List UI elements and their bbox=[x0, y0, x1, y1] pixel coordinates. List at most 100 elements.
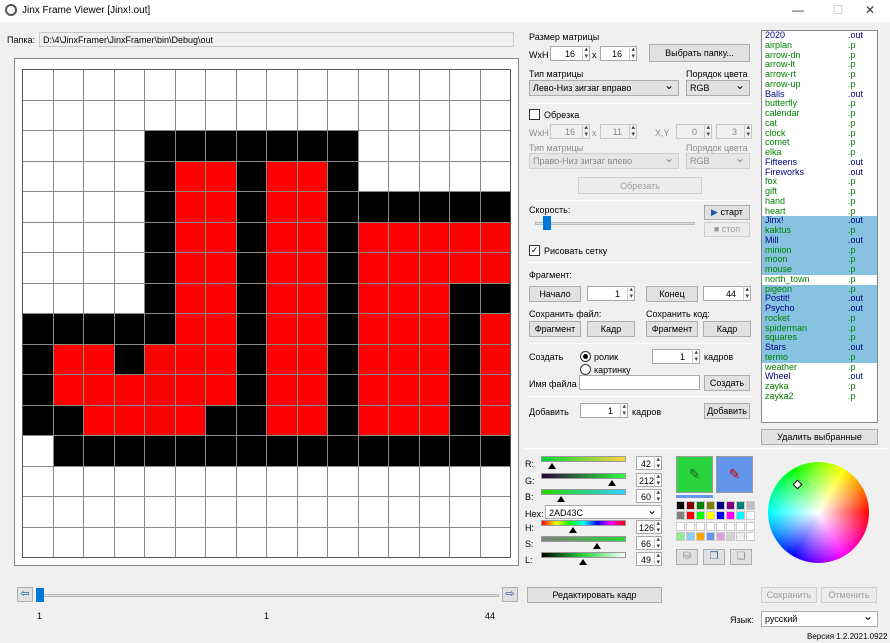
pixel-cell[interactable] bbox=[358, 131, 388, 161]
pixel-cell[interactable] bbox=[358, 222, 388, 252]
fragment-start-spinner[interactable]: 1 bbox=[587, 286, 635, 301]
pixel-cell[interactable] bbox=[84, 527, 114, 557]
pixel-cell[interactable] bbox=[236, 253, 266, 283]
pixel-cell[interactable] bbox=[480, 375, 510, 405]
pixel-cell[interactable] bbox=[450, 527, 480, 557]
pixel-cell[interactable] bbox=[297, 314, 327, 344]
s-slider[interactable] bbox=[541, 536, 626, 542]
minimize-button[interactable]: — bbox=[778, 3, 818, 19]
pixel-cell[interactable] bbox=[480, 161, 510, 191]
cancel-button[interactable]: Отменить bbox=[821, 587, 877, 603]
pixel-cell[interactable] bbox=[358, 192, 388, 222]
palette-swatch[interactable] bbox=[706, 501, 715, 510]
l-thumb[interactable] bbox=[579, 559, 587, 565]
palette-swatch[interactable] bbox=[696, 521, 705, 531]
pixel-cell[interactable] bbox=[480, 497, 510, 527]
pixel-cell[interactable] bbox=[419, 161, 449, 191]
paste-color-icon[interactable]: ❏ bbox=[730, 549, 752, 565]
pixel-cell[interactable] bbox=[450, 192, 480, 222]
pixel-cell[interactable] bbox=[450, 466, 480, 496]
save-code-fragment-button[interactable]: Фрагмент bbox=[646, 321, 698, 337]
pixel-cell[interactable] bbox=[389, 161, 419, 191]
pixel-cell[interactable] bbox=[236, 527, 266, 557]
pixel-cell[interactable] bbox=[236, 466, 266, 496]
pixel-cell[interactable] bbox=[53, 70, 83, 100]
pixel-cell[interactable] bbox=[23, 314, 53, 344]
pixel-cell[interactable] bbox=[175, 192, 205, 222]
pixel-cell[interactable] bbox=[53, 314, 83, 344]
pixel-cell[interactable] bbox=[419, 222, 449, 252]
pixel-cell[interactable] bbox=[206, 222, 236, 252]
palette-swatch[interactable] bbox=[726, 511, 735, 521]
pixel-cell[interactable] bbox=[419, 314, 449, 344]
b-thumb[interactable] bbox=[557, 496, 565, 502]
pixel-cell[interactable] bbox=[297, 497, 327, 527]
pixel-cell[interactable] bbox=[84, 131, 114, 161]
stop-button[interactable]: ■ стоп bbox=[704, 222, 750, 237]
pixel-cell[interactable] bbox=[450, 375, 480, 405]
pixel-cell[interactable] bbox=[114, 283, 144, 313]
pixel-cell[interactable] bbox=[206, 497, 236, 527]
h-spinner[interactable]: 126 bbox=[636, 520, 662, 534]
prev-frame-arrow-icon[interactable]: ⇦ bbox=[17, 587, 33, 602]
fragment-end-button[interactable]: Конец bbox=[646, 286, 698, 302]
pixel-cell[interactable] bbox=[267, 131, 297, 161]
add-frames-spinner[interactable]: 1 bbox=[580, 403, 628, 418]
pixel-cell[interactable] bbox=[145, 527, 175, 557]
pixel-cell[interactable] bbox=[297, 253, 327, 283]
palette-swatch[interactable] bbox=[706, 531, 715, 541]
pixel-cell[interactable] bbox=[84, 344, 114, 374]
pixel-cell[interactable] bbox=[450, 222, 480, 252]
pixel-cell[interactable] bbox=[175, 466, 205, 496]
pixel-cell[interactable] bbox=[175, 161, 205, 191]
palette-swatch[interactable] bbox=[686, 501, 695, 510]
pixel-cell[interactable] bbox=[328, 375, 358, 405]
pixel-cell[interactable] bbox=[297, 466, 327, 496]
palette-swatch[interactable] bbox=[686, 531, 695, 541]
pixel-cell[interactable] bbox=[175, 253, 205, 283]
pixel-cell[interactable] bbox=[267, 375, 297, 405]
pixel-cell[interactable] bbox=[175, 405, 205, 435]
pixel-cell[interactable] bbox=[328, 192, 358, 222]
pixel-cell[interactable] bbox=[53, 100, 83, 130]
pixel-cell[interactable] bbox=[389, 375, 419, 405]
fragment-start-button[interactable]: Начало bbox=[529, 286, 581, 302]
pixel-cell[interactable] bbox=[480, 466, 510, 496]
pixel-cell[interactable] bbox=[450, 283, 480, 313]
pixel-cell[interactable] bbox=[297, 161, 327, 191]
h-slider[interactable] bbox=[541, 520, 626, 526]
palette-swatch[interactable] bbox=[716, 531, 725, 541]
pixel-cell[interactable] bbox=[419, 466, 449, 496]
pixel-cell[interactable] bbox=[297, 436, 327, 466]
pixel-cell[interactable] bbox=[328, 161, 358, 191]
select-folder-button[interactable]: Выбрать папку... bbox=[649, 44, 750, 62]
pixel-cell[interactable] bbox=[114, 70, 144, 100]
pixel-cell[interactable] bbox=[23, 131, 53, 161]
pixel-cell[interactable] bbox=[480, 314, 510, 344]
radio-movie[interactable] bbox=[580, 351, 591, 362]
pixel-cell[interactable] bbox=[358, 497, 388, 527]
pixel-cell[interactable] bbox=[23, 375, 53, 405]
pixel-cell[interactable] bbox=[358, 436, 388, 466]
pixel-cell[interactable] bbox=[175, 527, 205, 557]
pixel-cell[interactable] bbox=[389, 314, 419, 344]
pixel-cell[interactable] bbox=[419, 405, 449, 435]
file-list[interactable]: 2020 .out airplan .p arrow-dn .p arrow-lt .p arr… bbox=[761, 30, 878, 423]
pixel-cell[interactable] bbox=[389, 466, 419, 496]
pixel-cell[interactable] bbox=[206, 161, 236, 191]
palette-swatch[interactable] bbox=[736, 511, 745, 521]
pixel-cell[interactable] bbox=[389, 100, 419, 130]
pixel-cell[interactable] bbox=[23, 344, 53, 374]
pixel-cell[interactable] bbox=[267, 253, 297, 283]
pixel-cell[interactable] bbox=[84, 222, 114, 252]
speed-slider-track[interactable] bbox=[535, 222, 695, 225]
pixel-cell[interactable] bbox=[23, 497, 53, 527]
pixel-cell[interactable] bbox=[358, 466, 388, 496]
g-thumb[interactable] bbox=[608, 480, 616, 486]
pixel-cell[interactable] bbox=[358, 283, 388, 313]
pixel-cell[interactable] bbox=[206, 405, 236, 435]
crop-type-select[interactable]: Право-Низ зигзаг влево bbox=[529, 151, 679, 169]
crop-button[interactable]: Обрезать bbox=[578, 177, 702, 194]
pixel-cell[interactable] bbox=[328, 344, 358, 374]
l-slider[interactable] bbox=[541, 552, 626, 558]
